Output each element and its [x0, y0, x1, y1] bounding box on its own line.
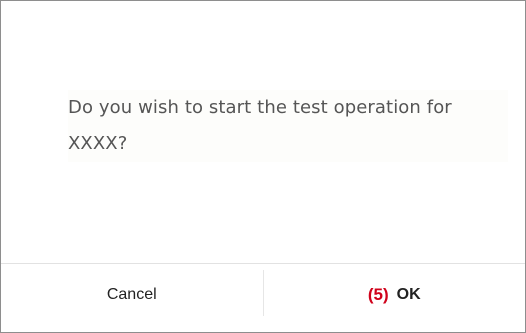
ok-button-label: OK — [396, 286, 421, 303]
cancel-button[interactable]: Cancel — [1, 264, 263, 332]
dialog-button-bar: Cancel (5) OK — [1, 264, 525, 332]
confirm-dialog: Do you wish to start the test operation … — [0, 0, 526, 333]
dialog-body: Do you wish to start the test operation … — [1, 1, 525, 263]
ok-button[interactable]: (5) OK — [263, 264, 525, 332]
cancel-button-label: Cancel — [106, 286, 157, 303]
dialog-message: Do you wish to start the test operation … — [68, 90, 508, 162]
step-annotation: (5) — [367, 285, 389, 304]
